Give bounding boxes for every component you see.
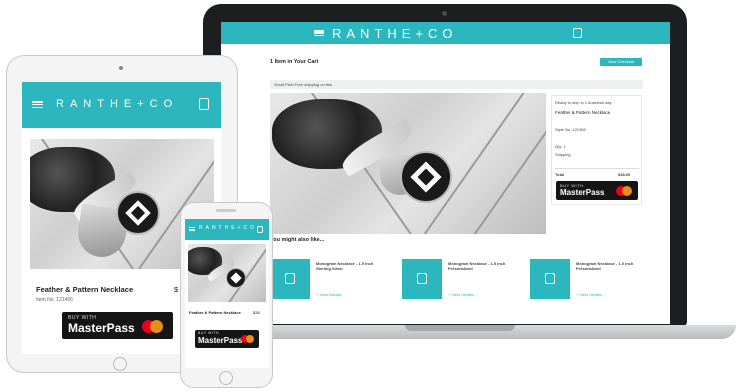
masterpass-button[interactable]: BUY WITH MasterPass [195, 330, 259, 348]
rec-title[interactable]: Monogram Necklace - 1.0 inch Personalize… [576, 261, 648, 271]
cart-icon[interactable] [199, 98, 209, 110]
bag-icon [545, 273, 555, 284]
brand-logo[interactable]: RANTHE+CO [56, 98, 178, 110]
summary-details: Style No. 121456 [555, 127, 586, 132]
summary-product-name: Feather & Pattern Necklace [555, 110, 611, 115]
rec-thumbnail [530, 259, 570, 299]
phone-speaker [216, 209, 236, 212]
cart-title: 1 Item in Your Cart [270, 59, 319, 65]
brand-logo[interactable]: RANTHE+CO [332, 26, 458, 41]
tablet-header: RANTHE+CO [22, 82, 221, 128]
product-price: $ [174, 285, 179, 294]
rec-item[interactable]: Monogram Necklace - 1.0 inch Personalize… [530, 259, 650, 299]
phone-home-button[interactable] [219, 371, 233, 385]
bag-icon [417, 273, 427, 284]
menu-icon[interactable] [189, 227, 195, 231]
recs-title: You might also like... [270, 237, 325, 243]
style-number: Item No. 121456 [36, 297, 73, 303]
cart-icon[interactable] [573, 28, 582, 38]
menu-icon[interactable] [314, 30, 324, 36]
masterpass-word: MasterPass [198, 336, 243, 345]
laptop-camera [442, 11, 447, 16]
brand-logo[interactable]: RANTHE+CO [199, 225, 257, 231]
masterpass-word: MasterPass [560, 188, 605, 197]
laptop-notch [405, 325, 515, 331]
view-checkout-button[interactable]: View Checkout [600, 58, 642, 66]
masterpass-word: MasterPass [68, 321, 135, 335]
product-name: Feather & Pattern Necklace [189, 310, 241, 315]
rec-title[interactable]: Monogram Necklace - 1.5 inch Sterling Si… [316, 261, 388, 271]
rec-item[interactable]: Monogram Necklace - 1.5 inch Personalize… [402, 259, 522, 299]
mastercard-yellow-icon [246, 335, 254, 343]
ready-text: Ready to ship in 1 business day [555, 100, 612, 105]
phone-screen: RANTHE+CO Feather & Pattern Necklace $38… [185, 219, 269, 368]
summary-total-value: $38.00 [618, 172, 631, 177]
masterpass-button[interactable]: BUY WITH MasterPass [556, 181, 638, 200]
rec-title[interactable]: Monogram Necklace - 1.5 inch Personalize… [448, 261, 520, 271]
laptop-screen: RANTHE+CO 1 Item in Your Cart View Check… [221, 22, 670, 324]
order-summary: Ready to ship in 1 business day Feather … [551, 95, 642, 205]
product-image [188, 244, 266, 302]
laptop-header: RANTHE+CO [221, 22, 670, 44]
tablet-home-button[interactable] [113, 357, 127, 371]
rec-item[interactable]: Monogram Necklace - 1.5 inch Sterling Si… [270, 259, 390, 299]
notice-text: Great Pick! Free shipping on this [274, 82, 333, 87]
summary-qty: Qty: 1 [555, 144, 566, 149]
product-price: $38 [253, 310, 260, 315]
rec-link[interactable]: + View Details [576, 292, 601, 297]
summary-shipping: Shipping [555, 152, 571, 157]
rec-link[interactable]: + View Details [448, 292, 473, 297]
rec-thumbnail [270, 259, 310, 299]
product-image [270, 93, 546, 234]
menu-icon[interactable] [32, 101, 43, 108]
masterpass-button[interactable]: BUY WITH MasterPass [62, 312, 173, 339]
phone-header: RANTHE+CO [185, 219, 269, 240]
summary-divider [555, 168, 639, 169]
notice-bar: Great Pick! Free shipping on this [270, 80, 643, 89]
rec-thumbnail [402, 259, 442, 299]
mastercard-yellow-icon [150, 320, 163, 333]
rec-link[interactable]: + View Details [316, 292, 341, 297]
bag-icon [285, 273, 295, 284]
tablet-camera [119, 66, 123, 70]
product-name: Feather & Pattern Necklace [36, 285, 134, 294]
summary-total-label: Total [555, 172, 565, 177]
cart-icon[interactable] [257, 226, 263, 233]
mastercard-yellow-icon [622, 186, 632, 196]
